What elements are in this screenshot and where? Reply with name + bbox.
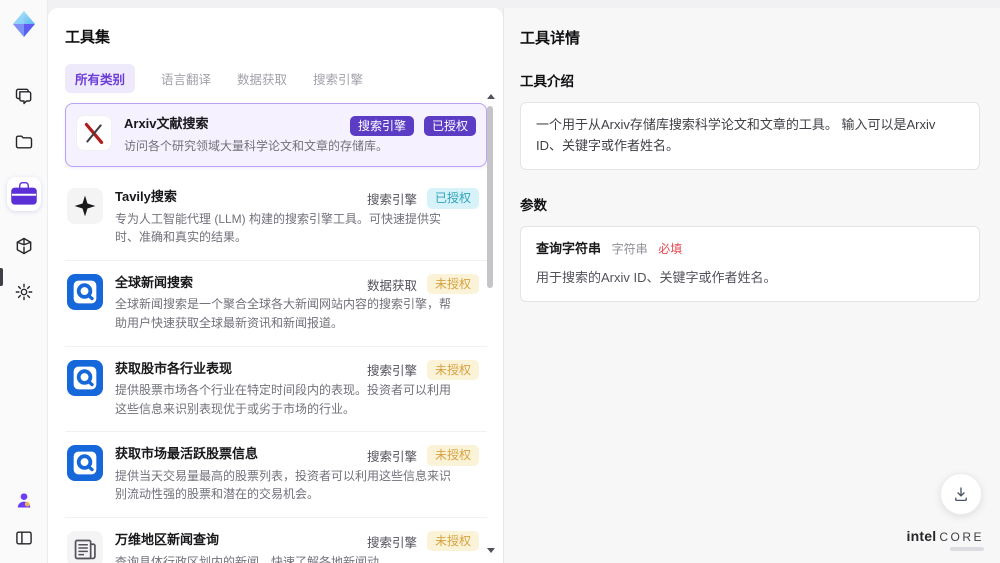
- news-search-logo-icon: [67, 273, 103, 310]
- category-label: 搜索引擎: [366, 364, 417, 379]
- detail-title: 工具详情: [520, 30, 581, 47]
- param-type: 字符串: [611, 241, 648, 256]
- user-icon: [17, 493, 30, 508]
- param-box: 查询字符串 字符串 必填 用于搜索的Arxiv ID、关键字或作者姓名。: [520, 225, 980, 303]
- tool-tags: 搜索引擎 未授权: [366, 531, 479, 552]
- tool-description: 提供当天交易量最高的股票列表，投资者可以利用这些信息来识别流动性强的股票和潜在的…: [115, 468, 452, 502]
- params-heading: 参数: [520, 197, 547, 213]
- collapse-panel-button[interactable]: [13, 527, 35, 549]
- panel-toggle-icon: [15, 531, 32, 545]
- category-badge: 搜索引擎: [349, 116, 414, 137]
- tool-tags: 搜索引擎 已授权: [349, 116, 476, 137]
- toolset-title: 工具集: [65, 29, 111, 46]
- main-content: 工具集 所有类别 语言翻译 数据获取 搜索引擎 Arxiv文献搜索 访问各个研究…: [48, 8, 1000, 563]
- tool-tags: 搜索引擎 未授权: [366, 359, 479, 380]
- intro-box: 一个用于从Arxiv存储库搜索科学论文和文章的工具。 输入可以是Arxiv ID…: [520, 102, 980, 170]
- auth-status-badge: 已授权: [423, 116, 476, 137]
- app-logo[interactable]: [9, 9, 39, 39]
- tool-card-regional-news[interactable]: 万维地区新闻查询 查询具体行政区划内的新闻，快速了解各地新闻动 搜索引擎 未授权: [65, 518, 487, 563]
- sidebar-rail: [0, 0, 48, 563]
- intel-core-badge: intel core: [907, 529, 984, 551]
- app-logo-gem-icon: [12, 11, 35, 37]
- param-description: 用于搜索的Arxiv ID、关键字或作者姓名。: [536, 270, 777, 286]
- tool-tags: 数据获取 未授权: [366, 273, 479, 295]
- tab-data-acquisition[interactable]: 数据获取: [237, 64, 287, 93]
- stock-search-logo-icon: [67, 445, 103, 482]
- sidebar-item-tools-active[interactable]: [6, 177, 41, 211]
- tab-all-categories[interactable]: 所有类别: [65, 64, 136, 93]
- download-button[interactable]: [940, 473, 982, 515]
- sidebar-item-settings[interactable]: [13, 281, 35, 303]
- tool-card-arxiv[interactable]: Arxiv文献搜索 访问各个研究领域大量科学论文和文章的存储库。 搜索引擎 已授…: [65, 103, 487, 168]
- scroll-up-arrow-icon[interactable]: [487, 94, 495, 99]
- tool-tags: 搜索引擎 未授权: [366, 445, 479, 466]
- category-label: 搜索引擎: [366, 450, 417, 465]
- tool-description: 查询具体行政区划内的新闻，快速了解各地新闻动: [115, 554, 380, 563]
- tool-description: 提供股票市场各个行业在特定时间段内的表现。投资者可以利用这些信息来识别表现优于或…: [115, 383, 452, 416]
- sidebar-item-files[interactable]: [13, 131, 35, 153]
- user-avatar[interactable]: [13, 489, 35, 511]
- sidebar-item-chat[interactable]: [13, 85, 35, 107]
- auth-status-badge: 未授权: [426, 531, 479, 552]
- tool-card-tavily[interactable]: Tavily搜索 专为人工智能代理 (LLM) 构建的搜索引擎工具。可快速提供实…: [65, 175, 487, 261]
- tool-card-sector-performance[interactable]: 获取股市各行业表现 提供股票市场各个行业在特定时间段内的表现。投资者可以利用这些…: [65, 347, 487, 433]
- category-label: 搜索引擎: [366, 535, 417, 550]
- param-header-row: 查询字符串 字符串 必填: [536, 239, 964, 260]
- tool-description: 访问各个研究领域大量科学论文和文章的存储库。: [124, 138, 389, 153]
- list-scrollbar[interactable]: [485, 94, 495, 553]
- sidebar-item-models[interactable]: [13, 235, 35, 257]
- sidebar-bottom: [13, 489, 35, 549]
- tab-search-engine[interactable]: 搜索引擎: [313, 64, 363, 93]
- tool-detail-panel: 工具详情 工具介绍 一个用于从Arxiv存储库搜索科学论文和文章的工具。 输入可…: [503, 8, 1000, 563]
- auth-status-badge: 未授权: [426, 273, 479, 295]
- core-logo-text: core: [939, 530, 984, 544]
- intel-logo-text: intel: [906, 528, 937, 544]
- auth-status-badge: 未授权: [426, 445, 479, 466]
- cube-icon: [16, 237, 31, 255]
- tool-card-global-news[interactable]: 全球新闻搜索 全球新闻搜索是一个聚合全球各大新闻网站内容的搜索引擎，帮助用户快速…: [65, 261, 487, 347]
- tool-card-active-stocks[interactable]: 获取市场最活跃股票信息 提供当天交易量最高的股票列表，投资者可以利用这些信息来识…: [65, 432, 487, 519]
- category-label: 搜索引擎: [366, 192, 417, 207]
- toolset-panel: 工具集 所有类别 语言翻译 数据获取 搜索引擎 Arxiv文献搜索 访问各个研究…: [48, 8, 503, 563]
- tool-tags: 搜索引擎 已授权: [366, 188, 479, 209]
- tool-description: 全球新闻搜索是一个聚合全球各大新闻网站内容的搜索引擎，帮助用户快速获取全球最新资…: [115, 297, 452, 331]
- param-required-flag: 必填: [658, 241, 683, 256]
- stock-search-logo-icon: [67, 359, 103, 396]
- category-tabs: 所有类别 语言翻译 数据获取 搜索引擎: [65, 64, 487, 93]
- tool-list: Arxiv文献搜索 访问各个研究领域大量科学论文和文章的存储库。 搜索引擎 已授…: [65, 103, 487, 563]
- arxiv-logo-icon: [76, 115, 112, 151]
- intel-core-sub-mark: [950, 547, 984, 551]
- tool-description: 专为人工智能代理 (LLM) 构建的搜索引擎工具。可快速提供实时、准确和真实的结…: [115, 211, 442, 245]
- sidebar-nav: [6, 85, 41, 303]
- chat-icon: [15, 88, 31, 105]
- download-icon: [955, 487, 967, 502]
- category-label: 数据获取: [366, 278, 417, 293]
- newspaper-logo-icon: [67, 531, 103, 563]
- auth-status-badge: 未授权: [426, 359, 479, 380]
- scroll-down-arrow-icon[interactable]: [487, 548, 495, 553]
- intro-heading: 工具介绍: [520, 74, 574, 89]
- scrollbar-thumb[interactable]: [487, 106, 493, 288]
- window-resize-handle[interactable]: [0, 268, 3, 286]
- auth-status-badge: 已授权: [426, 188, 479, 209]
- gear-icon: [15, 283, 32, 301]
- tab-language-translation[interactable]: 语言翻译: [161, 64, 211, 93]
- tavily-logo-icon: [67, 188, 103, 225]
- param-name: 查询字符串: [536, 240, 602, 256]
- folder-icon: [15, 135, 32, 149]
- briefcase-icon: [10, 181, 37, 205]
